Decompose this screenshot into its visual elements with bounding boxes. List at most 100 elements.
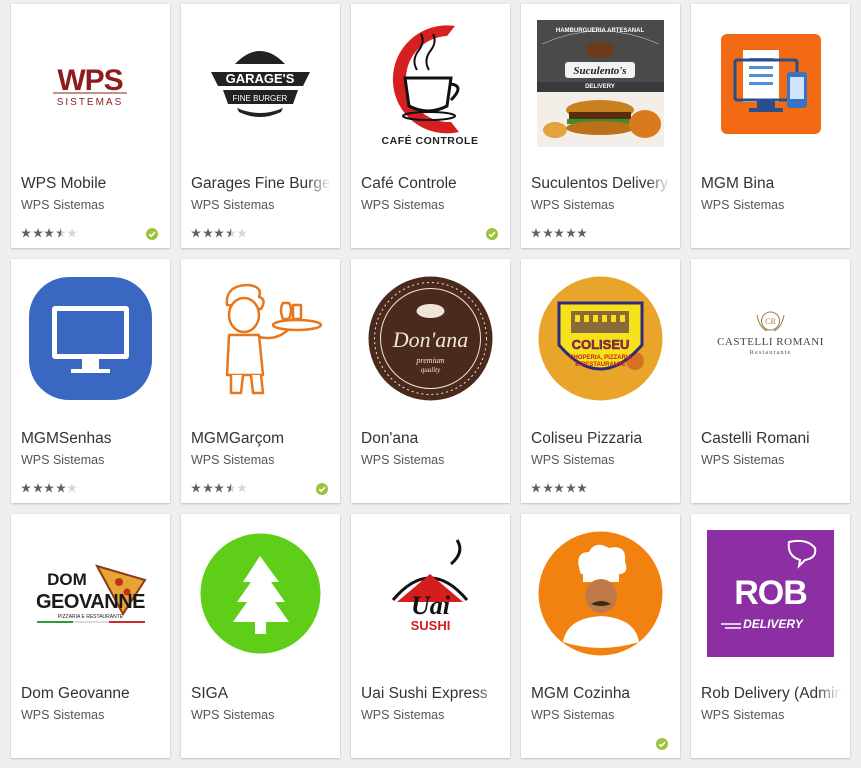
app-title[interactable]: Don'ana [361, 430, 501, 448]
app-title[interactable]: MGM Bina [701, 175, 841, 193]
app-icon[interactable] [27, 275, 154, 402]
donana-logo: Don'ana premium quality [367, 275, 494, 402]
app-card[interactable]: WPS SISTEMAS WPS Mobile WPS Sistemas [11, 4, 170, 248]
svg-text:Suculento's: Suculento's [573, 65, 626, 77]
star-icon [55, 483, 66, 493]
app-icon[interactable]: CR CASTELLI ROMANI Restaurante [707, 275, 834, 402]
svg-text:CR: CR [765, 317, 776, 326]
app-card[interactable]: MGM Bina WPS Sistemas [691, 4, 850, 248]
app-card[interactable]: GARAGE'S FINE BURGER Garages Fine Burger… [181, 4, 340, 248]
verified-badge-icon [316, 483, 328, 495]
app-card[interactable]: ROB DELIVERY Rob Delivery (Admin) WPS Si… [691, 514, 850, 758]
rob-delivery-logo: ROB DELIVERY [707, 530, 834, 657]
app-developer[interactable]: WPS Sistemas [191, 708, 331, 722]
app-card[interactable]: MGMGarçom WPS Sistemas [181, 259, 340, 503]
app-icon[interactable]: CAFÉ CONTROLE [367, 20, 494, 147]
app-developer[interactable]: WPS Sistemas [701, 198, 841, 212]
app-icon[interactable] [537, 530, 664, 657]
app-developer[interactable]: WPS Sistemas [361, 198, 501, 212]
app-card[interactable]: CAFÉ CONTROLE Café Controle WPS Sistemas [351, 4, 510, 248]
star-icon [202, 228, 213, 238]
app-card[interactable]: HAMBURGUERIA ARTESANAL Suculento's DELIV… [521, 4, 680, 248]
svg-text:FINE BURGER: FINE BURGER [233, 94, 288, 103]
star-icon [191, 483, 201, 493]
app-developer[interactable]: WPS Sistemas [361, 453, 501, 467]
app-developer[interactable]: WPS Sistemas [531, 708, 671, 722]
app-developer[interactable]: WPS Sistemas [21, 198, 161, 212]
star-icon [21, 228, 31, 238]
app-icon[interactable]: ROB DELIVERY [707, 530, 834, 657]
svg-text:Restaurante: Restaurante [750, 349, 792, 356]
app-developer[interactable]: WPS Sistemas [701, 453, 841, 467]
star-icon [225, 483, 236, 493]
svg-text:quality: quality [421, 366, 441, 374]
app-icon[interactable] [197, 530, 324, 657]
star-rating [21, 228, 77, 239]
svg-text:Don'ana: Don'ana [392, 327, 469, 352]
waiter-logo [197, 275, 324, 402]
app-developer[interactable]: WPS Sistemas [191, 453, 331, 467]
star-icon [542, 483, 553, 493]
verified-badge-icon [486, 228, 498, 240]
app-title[interactable]: MGM Cozinha [531, 685, 671, 703]
cafe-logo: CAFÉ CONTROLE [367, 20, 494, 147]
app-title[interactable]: Dom Geovanne [21, 685, 161, 703]
app-icon[interactable]: HAMBURGUERIA ARTESANAL Suculento's DELIV… [537, 20, 664, 147]
tree-icon [197, 530, 324, 657]
wps-logo: WPS SISTEMAS [27, 20, 154, 147]
app-card[interactable]: SIGA WPS Sistemas [181, 514, 340, 758]
app-title[interactable]: MGMSenhas [21, 430, 161, 448]
app-grid: WPS SISTEMAS WPS Mobile WPS Sistemas GAR… [0, 0, 861, 768]
app-card[interactable]: COLISEU CHOPERIA, PIZZARIA E RESTAURANTE… [521, 259, 680, 503]
star-icon [191, 228, 201, 238]
svg-text:SISTEMAS: SISTEMAS [57, 97, 124, 108]
star-icon [67, 228, 77, 238]
app-card[interactable]: DOM GEOVANNE PIZZARIA E RESTAURANTE Dom … [11, 514, 170, 758]
star-icon [21, 483, 31, 493]
app-icon[interactable]: DOM GEOVANNE PIZZARIA E RESTAURANTE [27, 530, 154, 657]
app-card[interactable]: MGMSenhas WPS Sistemas [11, 259, 170, 503]
app-icon[interactable]: Don'ana premium quality [367, 275, 494, 402]
star-icon [577, 483, 587, 493]
svg-text:DELIVERY: DELIVERY [585, 84, 615, 90]
app-title[interactable]: Rob Delivery (Admin) [701, 685, 841, 703]
app-card[interactable]: CR CASTELLI ROMANI Restaurante Castelli … [691, 259, 850, 503]
app-title[interactable]: WPS Mobile [21, 175, 161, 193]
verified-badge-icon [146, 228, 158, 240]
app-title[interactable]: Castelli Romani [701, 430, 841, 448]
app-card[interactable]: MGM Cozinha WPS Sistemas [521, 514, 680, 758]
star-icon [44, 228, 54, 238]
suculentos-logo: HAMBURGUERIA ARTESANAL Suculento's DELIV… [537, 20, 664, 147]
app-icon[interactable] [197, 275, 324, 402]
mgm-bina-logo [707, 20, 834, 147]
app-title[interactable]: Café Controle [361, 175, 501, 193]
app-developer[interactable]: WPS Sistemas [701, 708, 841, 722]
app-developer[interactable]: WPS Sistemas [361, 708, 501, 722]
star-icon [32, 228, 43, 238]
app-title[interactable]: Suculentos Delivery [531, 175, 671, 193]
app-card[interactable]: Don'ana premium quality Don'ana WPS Sist… [351, 259, 510, 503]
app-icon[interactable]: WPS SISTEMAS [27, 20, 154, 147]
app-title[interactable]: SIGA [191, 685, 331, 703]
app-icon[interactable]: GARAGE'S FINE BURGER [197, 20, 324, 147]
app-icon[interactable]: Uai SUSHI [367, 530, 494, 657]
svg-text:SUSHI: SUSHI [411, 618, 451, 633]
app-developer[interactable]: WPS Sistemas [531, 198, 671, 212]
app-card[interactable]: Uai SUSHI Uai Sushi Express WPS Sistemas [351, 514, 510, 758]
star-icon [565, 228, 576, 238]
app-title[interactable]: Garages Fine Burger [191, 175, 331, 193]
svg-text:WPS: WPS [57, 64, 122, 97]
app-developer[interactable]: WPS Sistemas [21, 453, 161, 467]
app-developer[interactable]: WPS Sistemas [191, 198, 331, 212]
app-title[interactable]: Coliseu Pizzaria [531, 430, 671, 448]
app-developer[interactable]: WPS Sistemas [21, 708, 161, 722]
app-icon[interactable]: COLISEU CHOPERIA, PIZZARIA E RESTAURANTE [537, 275, 664, 402]
app-title[interactable]: Uai Sushi Express [361, 685, 501, 703]
app-title[interactable]: MGMGarçom [191, 430, 331, 448]
app-icon[interactable] [707, 20, 834, 147]
app-developer[interactable]: WPS Sistemas [531, 453, 671, 467]
svg-text:COLISEU: COLISEU [572, 337, 630, 352]
star-icon [67, 483, 77, 493]
star-icon [214, 483, 224, 493]
star-icon [237, 483, 247, 493]
